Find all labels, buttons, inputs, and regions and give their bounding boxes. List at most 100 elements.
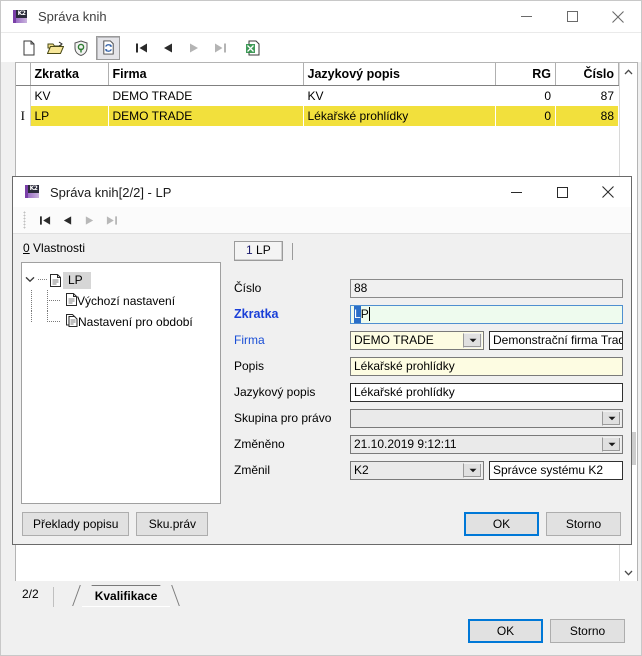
input-zkratka[interactable]: LP bbox=[350, 304, 623, 324]
document-icon bbox=[66, 292, 77, 309]
combo-skupina-pro-pravo[interactable] bbox=[350, 408, 623, 428]
column-header-zkratka[interactable]: Zkratka bbox=[30, 63, 109, 86]
ok-button[interactable]: OK bbox=[468, 619, 543, 643]
tree-node-label: LP bbox=[63, 271, 91, 289]
tab-number: 1 bbox=[246, 243, 253, 257]
chevron-up-icon[interactable] bbox=[620, 63, 637, 80]
cancel-button[interactable]: Storno bbox=[546, 512, 621, 536]
cell-rg: 0 bbox=[495, 106, 556, 126]
next-record-icon bbox=[78, 210, 100, 230]
cell-firma: DEMO TRADE bbox=[112, 88, 193, 103]
label-zkratka: Zkratka bbox=[234, 307, 279, 321]
chevron-down-icon[interactable] bbox=[463, 332, 482, 348]
main-status-row: 2/2 Kvalifikace bbox=[1, 581, 641, 607]
combo-zmenil[interactable]: K2 bbox=[350, 460, 484, 480]
input-rest-text: P bbox=[360, 306, 369, 321]
k2-app-icon: K2 bbox=[25, 184, 41, 200]
first-record-icon[interactable] bbox=[131, 37, 153, 59]
label-skupina-pro-pravo: Skupina pro právo bbox=[234, 411, 332, 425]
tab-divider bbox=[291, 243, 293, 260]
cell-cislo: 88 bbox=[555, 106, 619, 126]
tree-node-root[interactable]: LP bbox=[22, 270, 220, 290]
cancel-button[interactable]: Storno bbox=[550, 619, 625, 643]
input-zmenil-name[interactable]: Správce systému K2 bbox=[489, 460, 623, 480]
tree-node-period-settings[interactable]: Nastavení pro období bbox=[22, 311, 220, 332]
k2-app-icon: K2 bbox=[13, 9, 29, 25]
document-icon bbox=[47, 273, 63, 287]
column-header-rg[interactable]: RG bbox=[495, 63, 556, 86]
column-header-jazykovy-popis[interactable]: Jazykový popis bbox=[303, 63, 496, 86]
dialog-footer: Překlady popisu Sku.práv OK Storno bbox=[13, 504, 631, 544]
detail-pane: 1 LP Číslo 88 Zkratka LP Firma DEMO TRAD… bbox=[234, 240, 623, 504]
open-folder-icon[interactable] bbox=[44, 37, 66, 59]
table-row[interactable]: KV DEMO TRADE KV 0 87 bbox=[16, 85, 619, 106]
record-position: 2/2 bbox=[15, 587, 54, 607]
cell-jazykovy-popis: KV bbox=[307, 88, 324, 103]
input-jazykovy-popis[interactable]: Lékařské prohlídky bbox=[350, 382, 623, 402]
chevron-down-icon[interactable] bbox=[620, 564, 637, 581]
dialog-title: Správa knih[2/2] - LP bbox=[50, 184, 172, 200]
chevron-down-icon[interactable] bbox=[22, 275, 38, 286]
first-record-icon[interactable] bbox=[34, 210, 56, 230]
maximize-icon[interactable] bbox=[539, 177, 585, 208]
combo-skupina-value bbox=[351, 410, 601, 427]
cell-firma: DEMO TRADE bbox=[108, 106, 303, 126]
book-detail-dialog: K2 Správa knih[2/2] - LP 0 Vlastnosti LP… bbox=[12, 176, 632, 545]
column-header-firma[interactable]: Firma bbox=[108, 63, 304, 86]
ok-button[interactable]: OK bbox=[464, 512, 539, 536]
combo-firma-value: DEMO TRADE bbox=[354, 332, 434, 347]
table-row[interactable]: I LP DEMO TRADE Lékařské prohlídky 0 88 bbox=[16, 106, 619, 126]
tab-lp[interactable]: 1 LP bbox=[234, 241, 283, 261]
tab-kvalifikace[interactable]: Kvalifikace bbox=[81, 585, 171, 607]
text-caret bbox=[368, 307, 370, 321]
properties-tree[interactable]: LP Výchozí nastavení Nastavení pro obdob… bbox=[21, 262, 221, 504]
row-selector[interactable] bbox=[16, 85, 31, 106]
combo-firma[interactable]: DEMO TRADE bbox=[350, 330, 484, 350]
tree-node-label: Výchozí nastavení bbox=[77, 293, 176, 308]
field-row-zmenil: Změnil K2 Správce systému K2 bbox=[234, 457, 623, 483]
label-zmeneno: Změněno bbox=[234, 437, 285, 451]
records-table: Zkratka Firma Jazykový popis RG Číslo KV… bbox=[16, 63, 619, 126]
chevron-down-icon[interactable] bbox=[602, 410, 621, 426]
input-popis[interactable]: Lékařské prohlídky bbox=[350, 356, 623, 376]
excel-export-icon[interactable] bbox=[242, 37, 264, 59]
combo-zmeneno[interactable]: 21.10.2019 9:12:11 bbox=[350, 434, 623, 454]
cell-zkratka: KV bbox=[34, 88, 51, 103]
cell-rg: 0 bbox=[544, 88, 551, 103]
close-icon[interactable] bbox=[585, 177, 631, 208]
close-icon[interactable] bbox=[595, 1, 641, 32]
refresh-document-icon[interactable] bbox=[96, 35, 120, 60]
previous-record-icon[interactable] bbox=[56, 210, 78, 230]
toolbar-grip[interactable] bbox=[23, 211, 26, 229]
previous-record-icon[interactable] bbox=[157, 37, 179, 59]
properties-label-text: Vlastnosti bbox=[29, 241, 86, 255]
shield-lock-icon[interactable] bbox=[70, 37, 92, 59]
last-record-icon bbox=[209, 37, 231, 59]
tab-label: LP bbox=[256, 243, 271, 257]
main-titlebar: K2 Správa knih bbox=[1, 1, 641, 32]
field-row-cislo: Číslo 88 bbox=[234, 275, 623, 301]
column-header-cislo[interactable]: Číslo bbox=[555, 63, 619, 86]
translations-button[interactable]: Překlady popisu bbox=[22, 512, 130, 536]
input-cislo[interactable]: 88 bbox=[350, 278, 623, 298]
label-jazykovy-popis: Jazykový popis bbox=[234, 385, 316, 399]
detail-form: Číslo 88 Zkratka LP Firma DEMO TRADE Dem… bbox=[234, 275, 623, 504]
tree-node-default-settings[interactable]: Výchozí nastavení bbox=[22, 290, 220, 311]
minimize-icon[interactable] bbox=[493, 177, 539, 208]
main-toolbar bbox=[1, 32, 641, 62]
input-firma-name[interactable]: Demonstrační firma Trade, bbox=[489, 330, 623, 350]
main-window-controls bbox=[503, 1, 641, 32]
new-document-icon[interactable] bbox=[18, 37, 40, 59]
dialog-nav-toolbar bbox=[13, 207, 631, 234]
minimize-icon[interactable] bbox=[503, 1, 549, 32]
maximize-icon[interactable] bbox=[549, 1, 595, 32]
row-cursor-icon: I bbox=[20, 108, 25, 123]
row-selector[interactable]: I bbox=[16, 106, 31, 126]
chevron-down-icon[interactable] bbox=[463, 462, 482, 478]
dialog-window-controls bbox=[493, 177, 631, 208]
row-selector-header bbox=[16, 63, 31, 86]
combo-zmeneno-value: 21.10.2019 9:12:11 bbox=[354, 436, 457, 451]
rights-group-button[interactable]: Sku.práv bbox=[136, 512, 209, 536]
chevron-down-icon[interactable] bbox=[602, 436, 621, 452]
main-footer: OK Storno bbox=[1, 607, 641, 655]
